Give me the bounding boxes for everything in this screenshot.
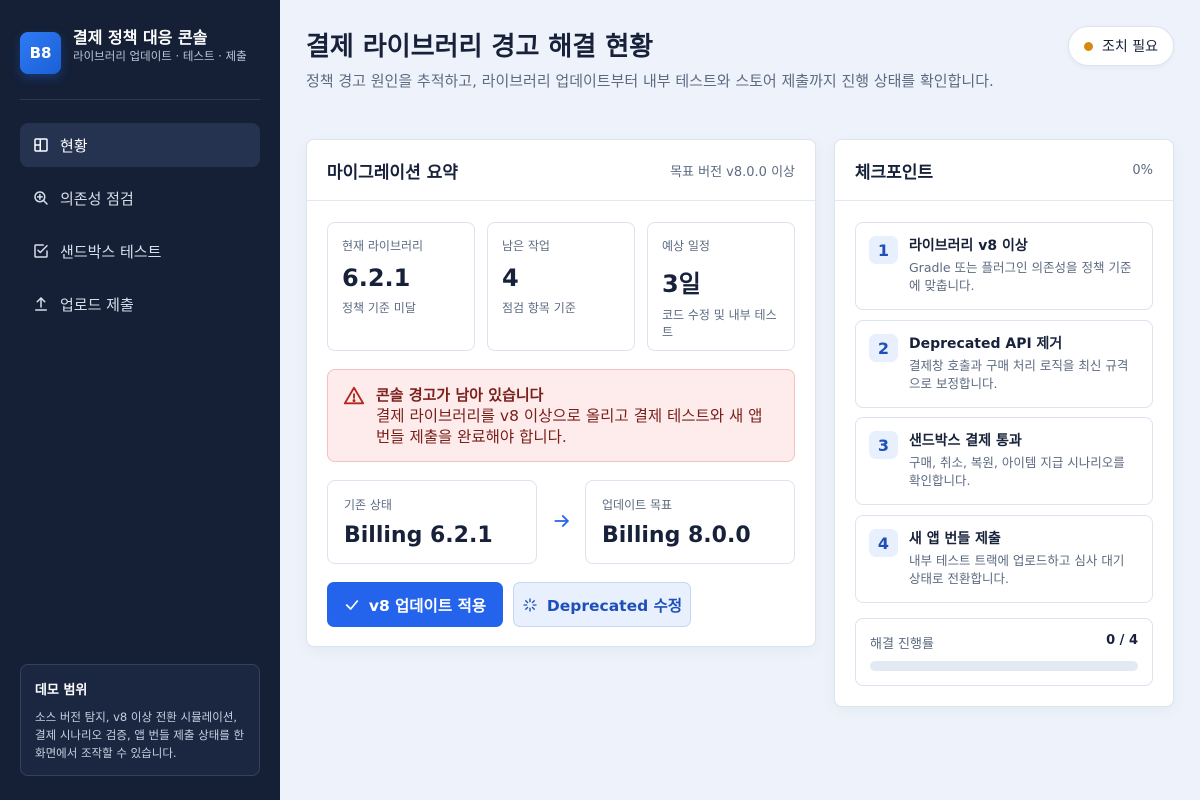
- warning-icon: [343, 386, 365, 405]
- sidebar-item-upload[interactable]: 업로드 제출: [20, 282, 260, 326]
- card-header: 마이그레이션 요약 목표 버전 v8.0.0 이상: [307, 140, 815, 201]
- checkpoint-item[interactable]: 1 라이브러리 v8 이상 Gradle 또는 플러그인 의존성을 정책 기준에…: [855, 222, 1153, 310]
- check-square-icon: [34, 244, 48, 258]
- current-version-box: 기존 상태 Billing 6.2.1: [327, 480, 537, 564]
- stat-label: 남은 작업: [502, 239, 550, 253]
- checkpoint-title: Deprecated API 제거: [909, 336, 1063, 352]
- status-badge: 조치 필요: [1068, 26, 1174, 66]
- progress-label: 해결 진행률: [870, 637, 934, 652]
- brand: B8 결제 정책 대응 콘솔 라이브러리 업데이트 · 테스트 · 제출: [20, 24, 260, 100]
- stat-value: 4: [502, 264, 519, 292]
- version-value: Billing 8.0.0: [602, 523, 751, 548]
- checkpoint-title: 새 앱 번들 제출: [909, 531, 1001, 547]
- button-label: v8 업데이트 적용: [368, 596, 487, 615]
- stat-remaining-tasks: 남은 작업 4 점검 항목 기준: [487, 222, 635, 351]
- stat-value: 3일: [662, 270, 701, 298]
- checkpoint-item[interactable]: 2 Deprecated API 제거 결제창 호출과 구매 처리 로직을 최신…: [855, 320, 1153, 408]
- status-label: 조치 필요: [1102, 39, 1158, 55]
- sidebar-item-dependency-check[interactable]: 의존성 점검: [20, 176, 260, 220]
- checkpoint-desc: Gradle 또는 플러그인 의존성을 정책 기준에 맞춥니다.: [909, 260, 1132, 293]
- sidebar-item-overview[interactable]: 현황: [20, 123, 260, 167]
- checkpoint-number: 1: [869, 236, 898, 264]
- button-label: Deprecated 수정: [546, 596, 683, 615]
- demo-text: 소스 버전 탐지, v8 이상 전환 시뮬레이션, 결제 시나리오 검증, 앱 …: [35, 710, 245, 760]
- checkpoint-desc: 내부 테스트 트랙에 업로드하고 심사 대기 상태로 전환합니다.: [909, 553, 1125, 586]
- sidebar-item-label: 의존성 점검: [60, 189, 134, 208]
- app-title: 결제 정책 대응 콘솔: [73, 28, 208, 47]
- alert-title: 콘솔 경고가 남아 있습니다: [376, 386, 544, 404]
- sidebar-item-sandbox-test[interactable]: 샌드박스 테스트: [20, 229, 260, 273]
- layout-icon: [34, 138, 48, 152]
- checkpoint-desc: 구매, 취소, 복원, 아이템 지급 시나리오를 확인합니다.: [909, 455, 1125, 488]
- progress-bar: [870, 661, 1138, 671]
- sidebar-nav: 현황 의존성 점검 샌드박스 테스트 업로드 제출: [20, 123, 260, 335]
- version-label: 기존 상태: [344, 498, 392, 512]
- brand-logo: B8: [20, 32, 61, 74]
- stat-current-library: 현재 라이브러리 6.2.1 정책 기준 미달: [327, 222, 475, 351]
- search-plus-icon: [34, 191, 48, 205]
- demo-title: 데모 범위: [35, 683, 88, 698]
- migration-summary-card: 마이그레이션 요약 목표 버전 v8.0.0 이상 현재 라이브러리 6.2.1…: [306, 139, 816, 647]
- card-title: 마이그레이션 요약: [327, 162, 459, 183]
- stat-estimated-schedule: 예상 일정 3일 코드 수정 및 내부 테스트: [647, 222, 795, 351]
- arrow-right-icon: [554, 515, 569, 527]
- checkpoint-number: 2: [869, 334, 898, 362]
- alert-text: 결제 라이브러리를 v8 이상으로 올리고 결제 테스트와 새 앱 번들 제출을…: [376, 407, 763, 446]
- sidebar-item-label: 샌드박스 테스트: [60, 242, 162, 261]
- sidebar: B8 결제 정책 대응 콘솔 라이브러리 업데이트 · 테스트 · 제출 현황 …: [0, 0, 280, 800]
- sidebar-item-label: 업로드 제출: [60, 295, 134, 314]
- card-header: 체크포인트 0%: [835, 140, 1173, 201]
- sidebar-item-label: 현황: [60, 136, 88, 155]
- checkpoint-number: 4: [869, 529, 898, 557]
- target-version: 목표 버전 v8.0.0 이상: [670, 164, 795, 180]
- progress-percent: 0%: [1132, 162, 1153, 178]
- stat-value: 6.2.1: [342, 264, 411, 292]
- upload-icon: [35, 297, 47, 311]
- card-title: 체크포인트: [855, 162, 934, 183]
- apply-v8-update-button[interactable]: v8 업데이트 적용: [327, 582, 503, 627]
- status-dot-icon: [1084, 41, 1093, 51]
- stat-note: 코드 수정 및 내부 테스트: [662, 308, 777, 339]
- checkpoint-item[interactable]: 4 새 앱 번들 제출 내부 테스트 트랙에 업로드하고 심사 대기 상태로 전…: [855, 515, 1153, 603]
- stat-note: 정책 기준 미달: [342, 301, 416, 315]
- checkpoint-title: 샌드박스 결제 통과: [909, 433, 1022, 449]
- checkpoint-desc: 결제창 호출과 구매 처리 로직을 최신 규격으로 보정합니다.: [909, 358, 1129, 391]
- progress-count: 0 / 4: [1106, 633, 1138, 648]
- version-label: 업데이트 목표: [602, 498, 673, 512]
- resolution-progress: 해결 진행률 0 / 4: [855, 618, 1153, 686]
- target-version-box: 업데이트 목표 Billing 8.0.0: [585, 480, 795, 564]
- fix-deprecated-button[interactable]: Deprecated 수정: [513, 582, 691, 627]
- version-value: Billing 6.2.1: [344, 523, 493, 548]
- check-icon: [345, 599, 359, 610]
- checkpoint-item[interactable]: 3 샌드박스 결제 통과 구매, 취소, 복원, 아이템 지급 시나리오를 확인…: [855, 417, 1153, 505]
- stat-label: 현재 라이브러리: [342, 239, 424, 253]
- page-title: 결제 라이브러리 경고 해결 현황: [306, 32, 654, 62]
- checkpoints-card: 체크포인트 0% 1 라이브러리 v8 이상 Gradle 또는 플러그인 의존…: [834, 139, 1174, 707]
- stat-label: 예상 일정: [662, 239, 710, 253]
- demo-scope-box: 데모 범위 소스 버전 탐지, v8 이상 전환 시뮬레이션, 결제 시나리오 …: [20, 664, 260, 776]
- checkpoint-number: 3: [869, 431, 898, 459]
- app-subtitle: 라이브러리 업데이트 · 테스트 · 제출: [73, 49, 247, 63]
- page-description: 정책 경고 원인을 추적하고, 라이브러리 업데이트부터 내부 테스트와 스토어…: [306, 72, 994, 90]
- checkpoint-title: 라이브러리 v8 이상: [909, 238, 1028, 254]
- console-warning-alert: 콘솔 경고가 남아 있습니다 결제 라이브러리를 v8 이상으로 올리고 결제 …: [327, 369, 795, 462]
- loader-icon: [523, 597, 537, 612]
- stat-note: 점검 항목 기준: [502, 301, 576, 315]
